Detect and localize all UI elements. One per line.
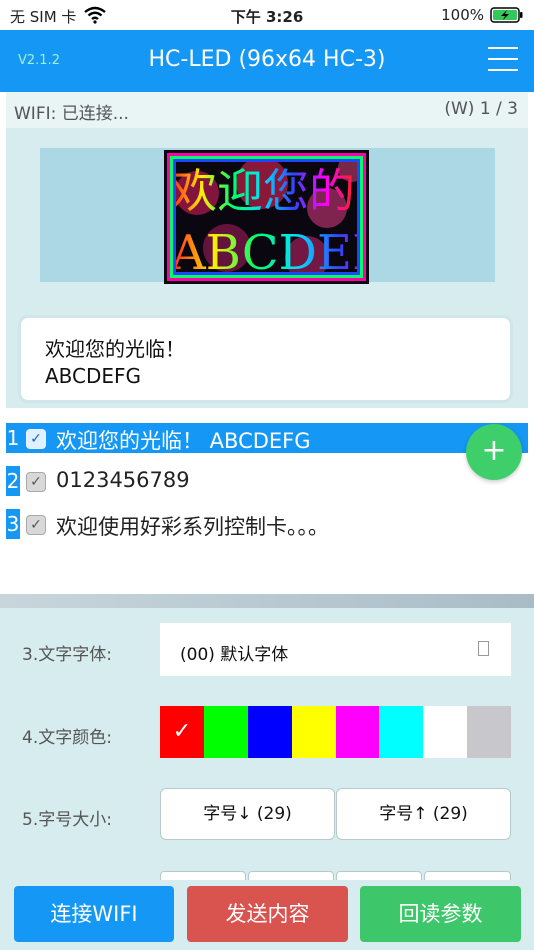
color-swatch[interactable] bbox=[423, 706, 468, 758]
battery-percent: 100% bbox=[441, 6, 484, 24]
led-preview-area: 欢迎您的 ABCDEFG bbox=[40, 148, 495, 284]
content-line2: ABCDEFG bbox=[45, 364, 142, 388]
checkbox-checked-icon[interactable]: ✓ bbox=[26, 472, 46, 492]
led-border-frame bbox=[167, 153, 366, 281]
option-cell[interactable] bbox=[336, 871, 422, 880]
font-setting-label: 3.文字字体: bbox=[22, 645, 112, 665]
page-title: HC-LED (96x64 HC-3) bbox=[148, 47, 386, 72]
wifi-status-text: WIFI: 已连接... bbox=[14, 104, 129, 124]
content-line1: 欢迎您的光临！ bbox=[45, 337, 185, 361]
status-bar: 无 SIM 卡 下午 3:26 100% bbox=[0, 0, 534, 30]
size-setting-label: 5.字号大小: bbox=[22, 810, 112, 830]
program-item[interactable]: 2 ✓ 0123456789 bbox=[6, 466, 528, 496]
program-item[interactable]: 3 ✓ 欢迎使用好彩系列控制卡。。。 bbox=[6, 509, 528, 539]
dropdown-icon bbox=[478, 641, 489, 656]
list-divider bbox=[0, 594, 534, 608]
content-text-input[interactable]: 欢迎您的光临！ ABCDEFG bbox=[18, 315, 513, 403]
led-preview-display: 欢迎您的 ABCDEFG bbox=[164, 150, 369, 284]
battery-charging-icon bbox=[490, 7, 523, 23]
program-label: 欢迎您的光临！ ABCDEFG bbox=[56, 429, 311, 453]
color-swatch[interactable] bbox=[247, 706, 292, 758]
send-content-button[interactable]: 发送内容 bbox=[187, 886, 348, 942]
program-label: 欢迎使用好彩系列控制卡。。。 bbox=[56, 515, 329, 539]
nav-bar: V2.1.2 HC-LED (96x64 HC-3) bbox=[0, 30, 534, 92]
checkbox-checked-icon[interactable]: ✓ bbox=[26, 515, 46, 535]
program-number: 2 bbox=[6, 466, 20, 496]
font-size-up-button[interactable]: 字号↑ (29) bbox=[336, 788, 511, 840]
font-select-value: (00) 默认字体 bbox=[180, 645, 289, 665]
color-swatch[interactable] bbox=[291, 706, 336, 758]
program-label: 0123456789 bbox=[56, 468, 190, 492]
page-indicator: (W) 1 / 3 bbox=[444, 99, 518, 119]
bottom-action-bar: 连接WIFI 发送内容 回读参数 bbox=[0, 880, 534, 950]
connect-wifi-button[interactable]: 连接WIFI bbox=[14, 886, 174, 942]
program-number: 3 bbox=[6, 509, 20, 539]
hamburger-menu-icon[interactable] bbox=[488, 47, 518, 71]
font-size-down-button[interactable]: 字号↓ (29) bbox=[160, 788, 335, 840]
option-cell[interactable] bbox=[248, 871, 334, 880]
color-swatch[interactable] bbox=[203, 706, 248, 758]
color-swatch[interactable] bbox=[467, 706, 511, 758]
add-program-button[interactable]: + bbox=[466, 424, 522, 480]
checkbox-checked-icon[interactable]: ✓ bbox=[26, 429, 46, 449]
font-select[interactable]: (00) 默认字体 bbox=[160, 623, 511, 676]
program-number: 1 bbox=[6, 423, 20, 453]
color-swatch[interactable]: ✓ bbox=[160, 706, 204, 758]
preview-panel: 欢迎您的 ABCDEFG 欢迎您的光临！ ABCDEFG bbox=[6, 128, 528, 408]
color-swatch[interactable] bbox=[379, 706, 424, 758]
option-cell[interactable] bbox=[160, 871, 246, 880]
program-item[interactable]: 1 ✓ 欢迎您的光临！ ABCDEFG bbox=[6, 423, 528, 453]
program-list: 1 ✓ 欢迎您的光临！ ABCDEFG 2 ✓ 0123456789 3 ✓ 欢… bbox=[6, 420, 528, 594]
color-setting-label: 4.文字颜色: bbox=[22, 728, 112, 748]
color-swatch[interactable] bbox=[335, 706, 380, 758]
wifi-status-row: WIFI: 已连接... (W) 1 / 3 bbox=[6, 92, 528, 128]
option-cell[interactable] bbox=[424, 871, 511, 880]
read-params-button[interactable]: 回读参数 bbox=[360, 886, 521, 942]
settings-panel: 3.文字字体: (00) 默认字体 4.文字颜色: ✓ 5.字号大小: 字号↓ … bbox=[0, 608, 534, 880]
color-swatches: ✓ bbox=[160, 706, 511, 758]
